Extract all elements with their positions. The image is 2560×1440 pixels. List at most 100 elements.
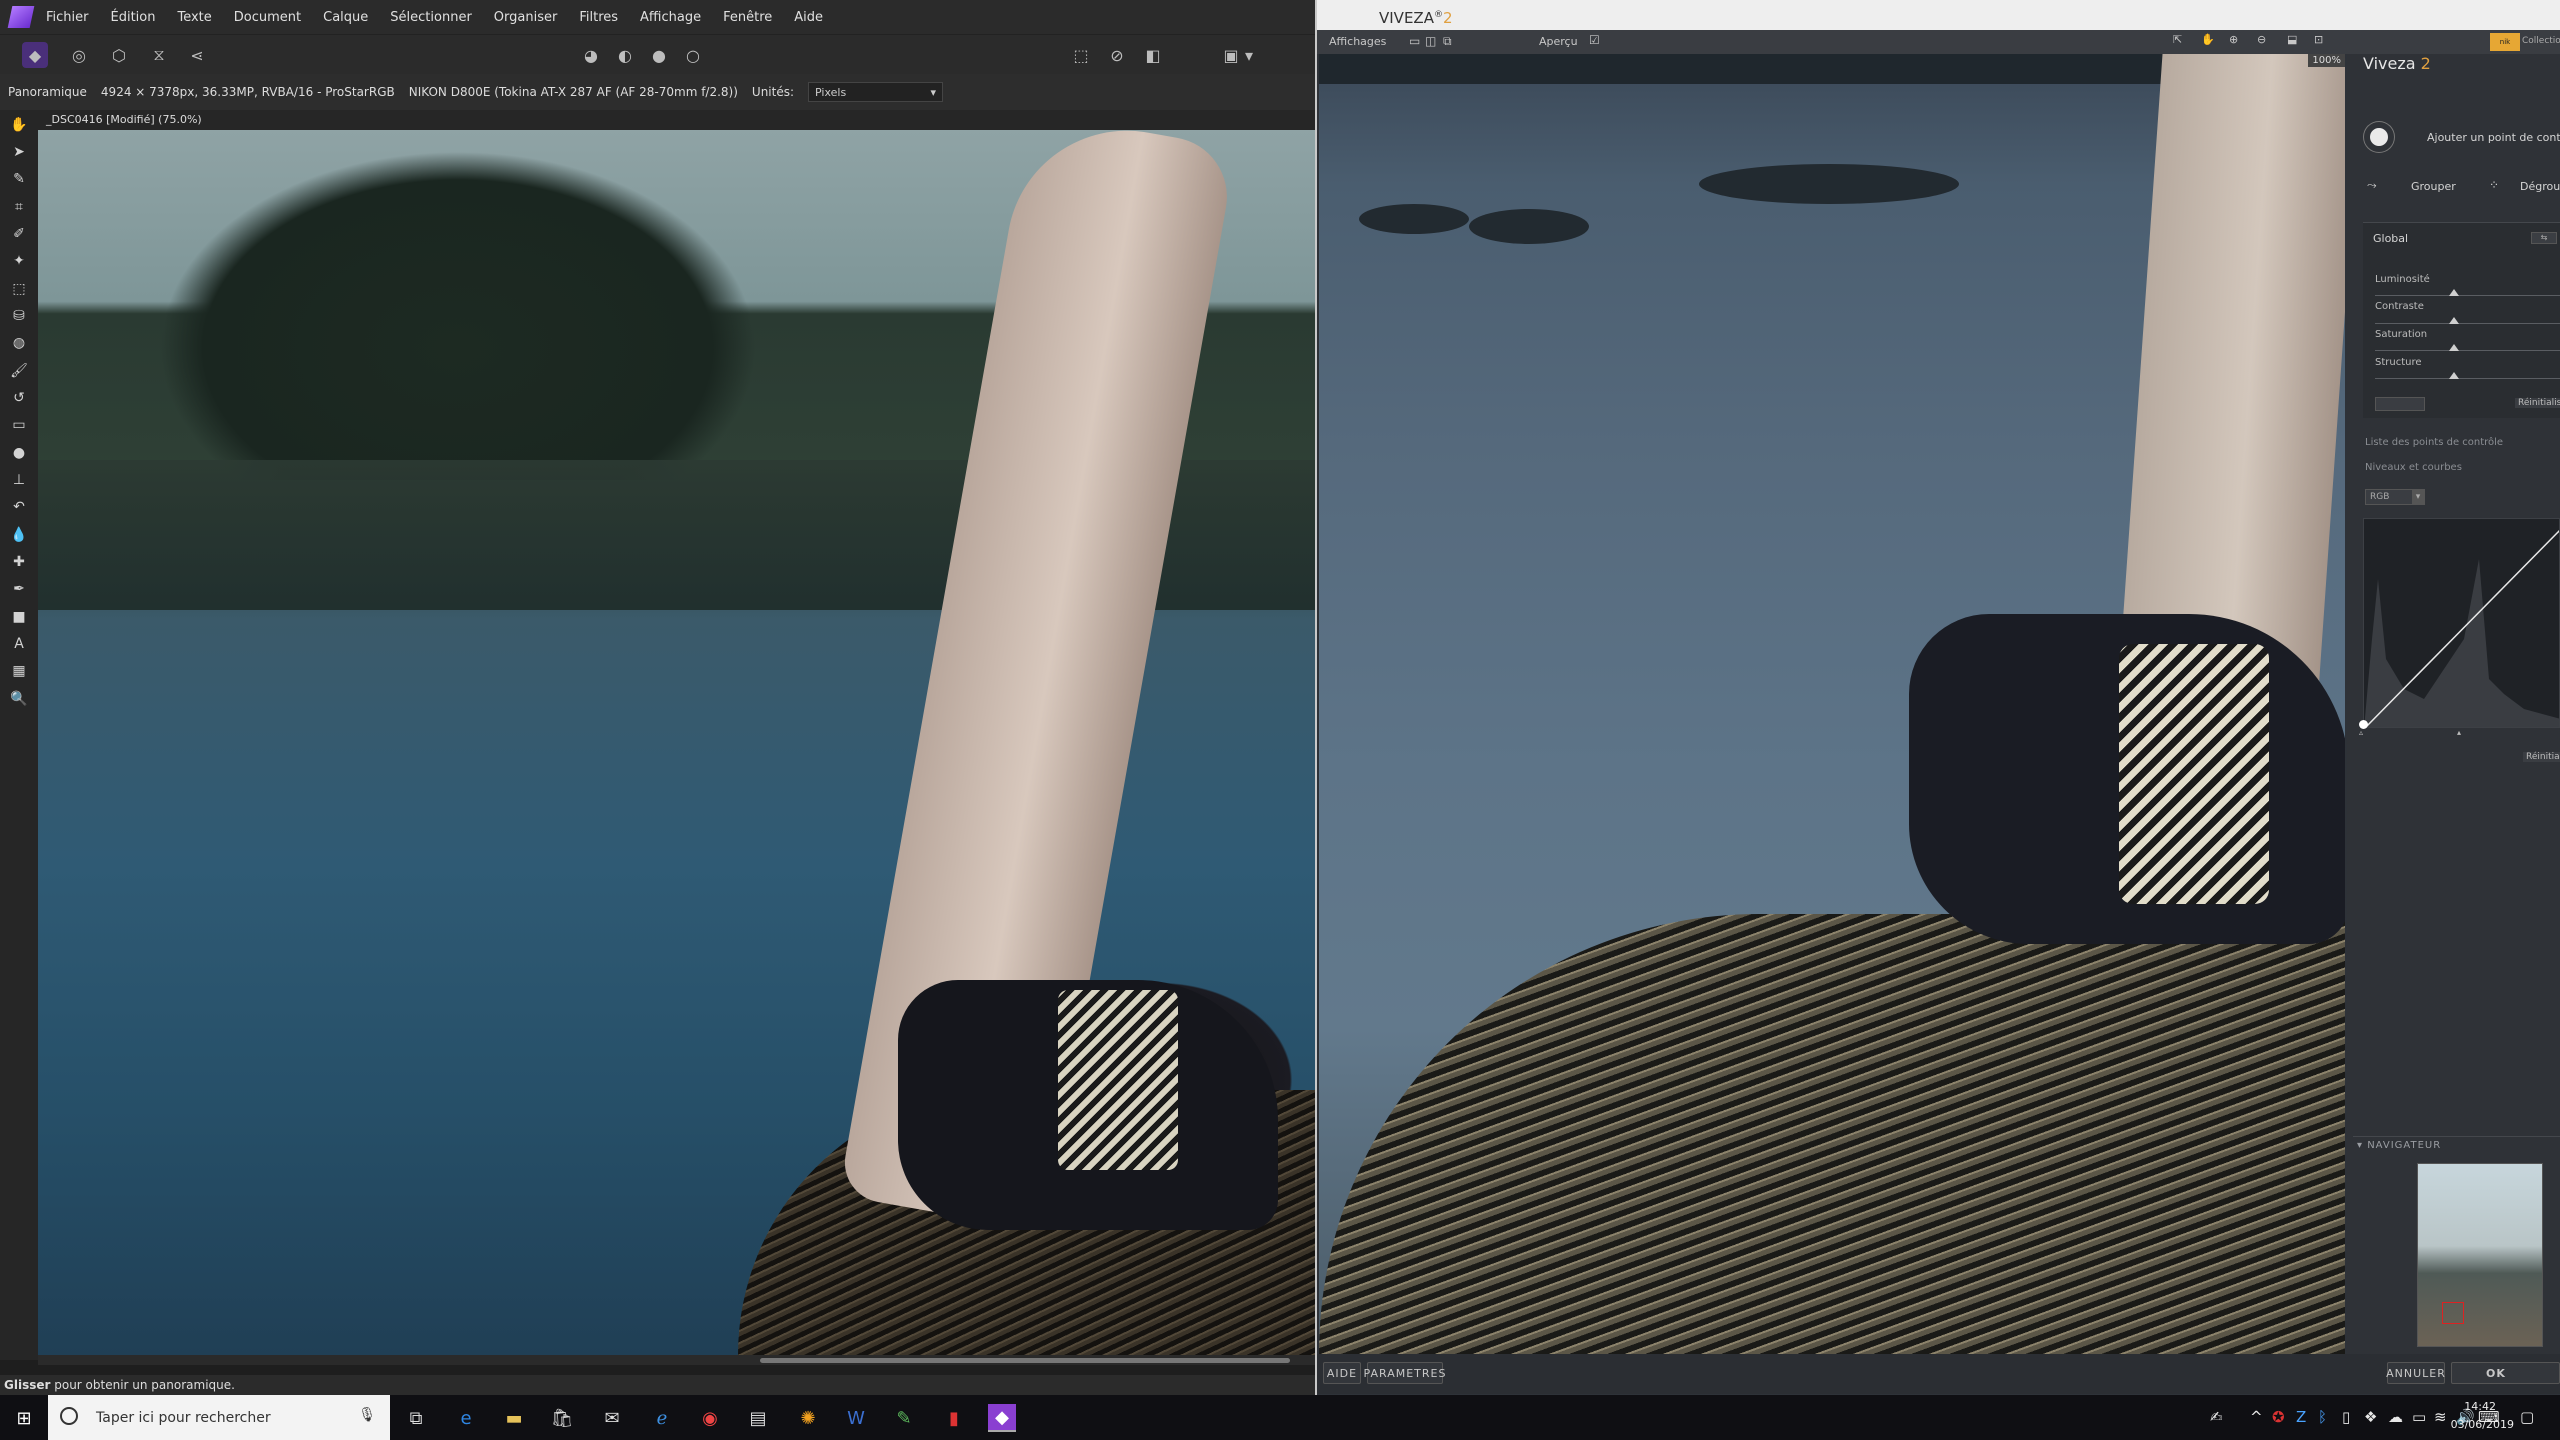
menu-document[interactable]: Document xyxy=(234,10,301,25)
chrome-icon[interactable]: ◉ xyxy=(696,1404,724,1432)
flood-select-icon[interactable]: ✦ xyxy=(9,251,29,271)
menu-affichage[interactable]: Affichage xyxy=(640,10,701,25)
side-by-side-view-icon[interactable]: ⧉ xyxy=(1443,34,1452,49)
paint-brush-icon[interactable]: 🖌 xyxy=(9,361,29,381)
invert-selection-icon[interactable]: ◧ xyxy=(1140,42,1166,68)
channel-select[interactable]: RGB ▾ xyxy=(2365,489,2425,505)
selection-marquee-icon[interactable]: ⬚ xyxy=(1068,42,1094,68)
internet-explorer-icon[interactable]: ℯ xyxy=(648,1404,676,1432)
mesh-warp-icon[interactable]: ▦ xyxy=(9,661,29,681)
affinity-photo-taskbar-icon[interactable]: ◆ xyxy=(988,1404,1016,1432)
document-canvas[interactable] xyxy=(38,130,1315,1355)
group-icon[interactable]: ⤳ xyxy=(2367,178,2377,193)
taskbar-search-box[interactable]: Taper ici pour rechercher 🎙 xyxy=(48,1395,390,1440)
auto-white-balance-icon[interactable]: ○ xyxy=(680,42,706,68)
mail-icon[interactable]: ✉ xyxy=(598,1404,626,1432)
add-control-point-label[interactable]: Ajouter un point de cont xyxy=(2427,131,2560,144)
auto-contrast-icon[interactable]: ◐ xyxy=(612,42,638,68)
zoom-in-icon[interactable]: ⊕ xyxy=(2229,33,2238,46)
onedrive-icon[interactable]: ☁ xyxy=(2388,1408,2403,1426)
marquee-tool-icon[interactable]: ⬚ xyxy=(9,279,29,299)
color-replace-icon[interactable]: ↺ xyxy=(9,388,29,408)
slider-track-structure[interactable] xyxy=(2375,378,2560,379)
tone-mapping-persona-icon[interactable]: ⧖ xyxy=(146,42,172,68)
curves-reset-button[interactable]: Réinitia xyxy=(2523,752,2560,762)
fill-tool-icon[interactable]: ⛁ xyxy=(9,306,29,326)
add-control-point-button[interactable] xyxy=(2364,122,2394,152)
curves-graph[interactable] xyxy=(2363,518,2560,728)
microphone-icon[interactable]: 🎙 xyxy=(358,1407,376,1423)
text-tool-icon[interactable]: A xyxy=(9,634,29,654)
show-hidden-icons-icon[interactable]: ^ xyxy=(2250,1408,2263,1426)
crop-tool-icon[interactable]: ⌗ xyxy=(9,197,29,217)
file-explorer-icon[interactable]: ▬ xyxy=(500,1404,528,1432)
selection-brush-icon[interactable]: ✐ xyxy=(9,224,29,244)
menu-fichier[interactable]: Fichier xyxy=(46,10,89,25)
slider-track-luminosite[interactable] xyxy=(2375,295,2560,296)
document-tab[interactable]: _DSC0416 [Modifié] (75.0%) xyxy=(38,110,1315,130)
pan-icon[interactable]: ✋ xyxy=(2201,33,2215,46)
bluetooth-icon[interactable]: ᛒ xyxy=(2318,1408,2327,1426)
menu-calque[interactable]: Calque xyxy=(323,10,368,25)
slider-knob-contraste[interactable] xyxy=(2449,317,2459,324)
chevron-down-icon[interactable]: ▾ xyxy=(1242,42,1256,68)
navigator-label[interactable]: ▾ NAVIGATEUR xyxy=(2357,1140,2441,1151)
windows-start-icon[interactable]: ⊞ xyxy=(10,1404,38,1432)
auto-colors-icon[interactable]: ● xyxy=(646,42,672,68)
menu-edition[interactable]: Édition xyxy=(111,10,156,25)
clone-tool-icon[interactable]: ⊥ xyxy=(9,470,29,490)
levels-curves-label[interactable]: Niveaux et courbes xyxy=(2365,462,2462,473)
reset-button[interactable]: Réinitialis xyxy=(2515,398,2560,408)
task-view-icon[interactable]: ⧉ xyxy=(402,1404,430,1432)
undo-brush-icon[interactable]: ↶ xyxy=(9,497,29,517)
ungroup-button[interactable]: Dégrou xyxy=(2520,180,2560,193)
more-sliders-button[interactable] xyxy=(2375,397,2425,411)
shape-tool-icon[interactable]: ■ xyxy=(9,607,29,627)
slider-knob-structure[interactable] xyxy=(2449,372,2459,379)
erase-brush-icon[interactable]: ▭ xyxy=(9,415,29,435)
background-color-icon[interactable]: ⬓ xyxy=(2287,33,2297,46)
dodge-tool-icon[interactable]: ● xyxy=(9,443,29,463)
usb-icon[interactable]: ▯ xyxy=(2342,1408,2350,1426)
menu-texte[interactable]: Texte xyxy=(177,10,211,25)
single-view-icon[interactable]: ▭ xyxy=(1409,34,1420,48)
horizontal-scrollbar-thumb[interactable] xyxy=(760,1358,1290,1363)
zoom-tool-icon[interactable]: 🔍 xyxy=(9,689,29,709)
pen-tool-icon[interactable]: ✒ xyxy=(9,579,29,599)
deselect-icon[interactable]: ⊘ xyxy=(1104,42,1130,68)
ok-button[interactable]: OK xyxy=(2451,1362,2560,1384)
hand-tool-icon[interactable]: ✋ xyxy=(9,115,29,135)
navigator-thumbnail[interactable] xyxy=(2417,1163,2543,1347)
preview-checkbox[interactable]: ☑ xyxy=(1589,33,1600,47)
dropbox-icon[interactable]: ❖ xyxy=(2364,1408,2377,1426)
slider-knob-saturation[interactable] xyxy=(2449,344,2459,351)
cancel-button[interactable]: ANNULER xyxy=(2386,1362,2445,1384)
pen-workspace-icon[interactable]: ✍ xyxy=(2210,1408,2223,1426)
navigator-viewport-frame[interactable] xyxy=(2442,1302,2464,1324)
units-select[interactable]: Pixels ▾ xyxy=(808,82,944,102)
paint-app-icon[interactable]: ✺ xyxy=(794,1404,822,1432)
tray-app-icon[interactable]: Z xyxy=(2296,1408,2306,1426)
auto-levels-icon[interactable]: ◕ xyxy=(578,42,604,68)
battery-icon[interactable]: ▭ xyxy=(2412,1408,2426,1426)
control-points-list-label[interactable]: Liste des points de contrôle xyxy=(2365,437,2503,448)
hand-icon[interactable]: ⇱ xyxy=(2173,33,2182,46)
quick-mask-icon[interactable]: ▣ xyxy=(1218,42,1244,68)
slider-knob-luminosite[interactable] xyxy=(2449,289,2459,296)
develop-persona-icon[interactable]: ⬡ xyxy=(106,42,132,68)
word-icon[interactable]: W xyxy=(842,1404,870,1432)
notifications-icon[interactable]: ▢ xyxy=(2520,1408,2534,1426)
split-view-icon[interactable]: ◫ xyxy=(1425,34,1436,48)
menu-organiser[interactable]: Organiser xyxy=(494,10,558,25)
export-persona-icon[interactable]: ⋖ xyxy=(184,42,210,68)
app-icon[interactable]: ▮ xyxy=(940,1404,968,1432)
notepad-icon[interactable]: ✎ xyxy=(890,1404,918,1432)
zoom-out-icon[interactable]: ⊖ xyxy=(2257,33,2266,46)
menu-selectionner[interactable]: Sélectionner xyxy=(390,10,472,25)
edge-icon[interactable]: e xyxy=(452,1404,480,1432)
black-point-slider-icon[interactable]: ▵ xyxy=(2359,728,2363,737)
loupe-icon[interactable]: ⊡ xyxy=(2314,33,2323,46)
photo-persona-icon[interactable]: ◆ xyxy=(22,42,48,68)
slider-track-contraste[interactable] xyxy=(2375,323,2560,324)
liquify-persona-icon[interactable]: ◎ xyxy=(66,42,92,68)
